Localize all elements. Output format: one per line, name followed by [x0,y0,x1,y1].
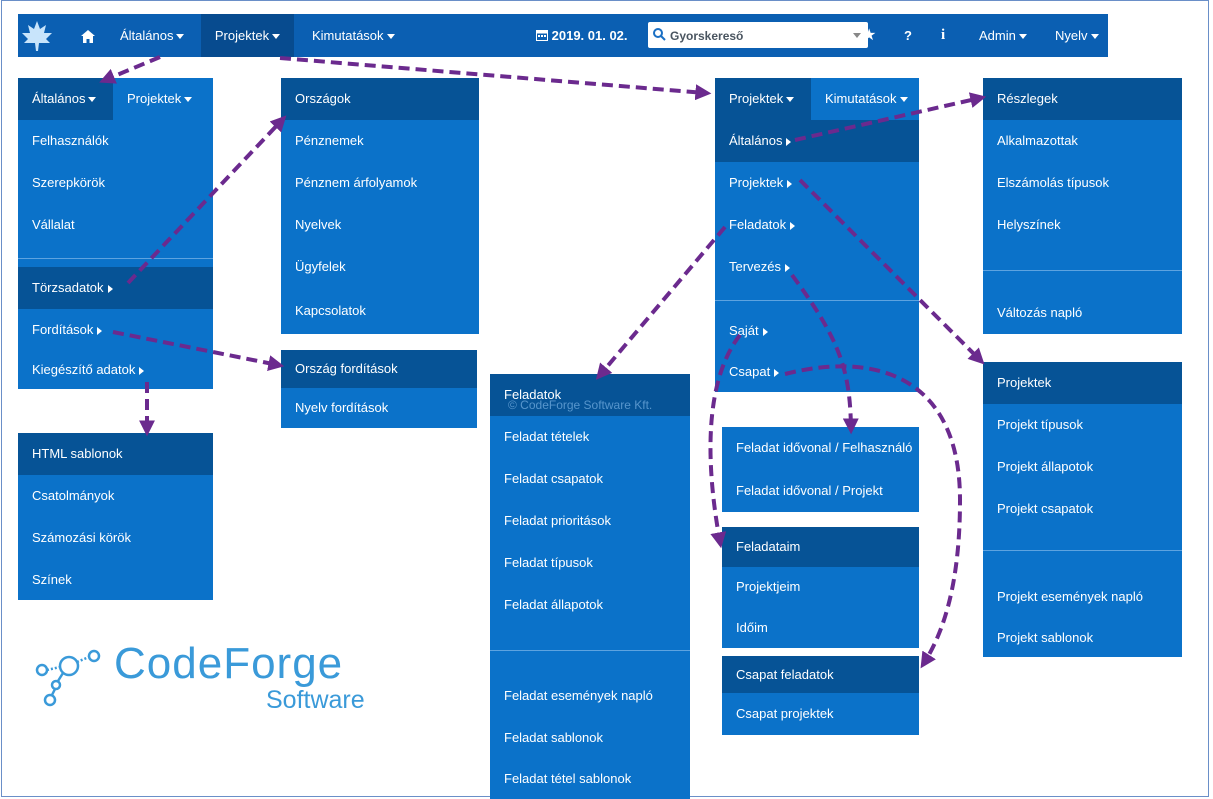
arrow [279,56,712,101]
arrow [595,225,727,380]
arrow [798,178,985,365]
arrow [708,333,742,549]
arrow [794,92,987,142]
arrow [784,364,963,669]
arrow [112,330,285,371]
arrow [99,55,161,84]
navigation-arrows [99,55,987,669]
arrow [790,273,859,435]
arrow [126,115,287,285]
